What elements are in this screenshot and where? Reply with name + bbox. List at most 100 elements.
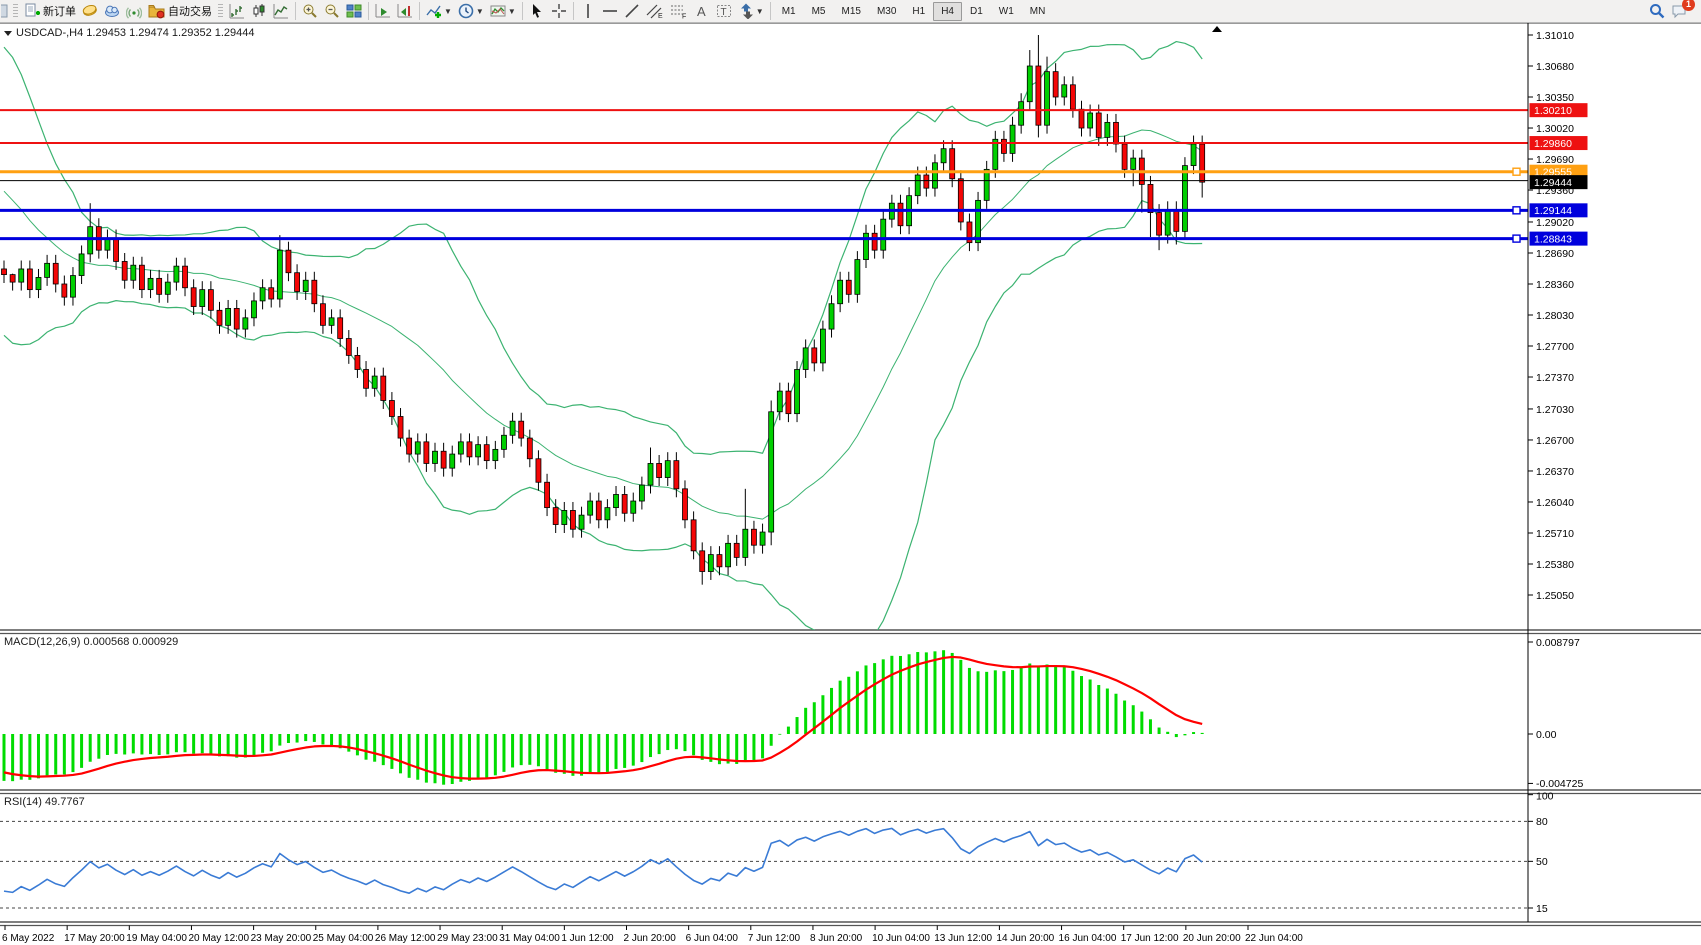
candlestick-chart-button[interactable]	[248, 1, 270, 21]
line-chart-icon	[273, 3, 289, 19]
text-icon: A	[694, 3, 710, 19]
svg-text:1.29690: 1.29690	[1536, 154, 1574, 166]
main-toolbar: 新订单 自动交易 ▼ ▼	[0, 0, 1701, 23]
line-chart-button[interactable]	[270, 1, 292, 21]
svg-text:1.31010: 1.31010	[1536, 30, 1574, 42]
autotrading-folder-icon	[148, 3, 165, 19]
new-order-label: 新订单	[43, 3, 76, 19]
clock-icon	[458, 3, 474, 19]
svg-text:1.30350: 1.30350	[1536, 92, 1574, 104]
timeframe-W1[interactable]: W1	[991, 2, 1022, 21]
chart-canvas[interactable]: 1.310101.306801.303501.300201.296901.293…	[0, 23, 1701, 945]
svg-text:0.008797: 0.008797	[1536, 637, 1580, 649]
svg-text:1.28843: 1.28843	[1534, 233, 1572, 245]
arrows-button[interactable]: ▼	[735, 1, 767, 21]
timeframe-M1[interactable]: M1	[774, 2, 804, 21]
svg-text:80: 80	[1536, 816, 1548, 828]
search-icon	[1649, 3, 1665, 19]
toolbar-grip[interactable]	[218, 4, 223, 19]
svg-text:1 Jun 12:00: 1 Jun 12:00	[561, 933, 614, 944]
svg-text:1.29144: 1.29144	[1534, 205, 1572, 217]
svg-text:1.27370: 1.27370	[1536, 372, 1574, 384]
signal-button[interactable]	[123, 1, 145, 21]
bar-chart-button[interactable]	[226, 1, 248, 21]
toolbar-grip[interactable]	[13, 4, 18, 19]
text-label-button[interactable]: T	[713, 1, 735, 21]
cursor-icon	[529, 3, 545, 19]
rsi-panel	[0, 821, 1528, 908]
svg-text:1.29860: 1.29860	[1534, 138, 1572, 150]
svg-text:15: 15	[1536, 903, 1548, 915]
svg-text:A: A	[697, 4, 706, 19]
clipped-icon[interactable]	[0, 1, 10, 21]
fibonacci-button[interactable]: F	[667, 1, 691, 21]
chart-shift-marker	[1212, 26, 1222, 32]
indicators-button[interactable]: ▼	[423, 1, 455, 21]
coin-icon	[82, 3, 98, 19]
svg-text:20 Jun 20:00: 20 Jun 20:00	[1183, 933, 1241, 944]
horizontal-line-button[interactable]	[599, 1, 621, 21]
search-button[interactable]	[1646, 1, 1668, 21]
timeframe-MN[interactable]: MN	[1022, 2, 1054, 21]
svg-text:10 Jun 04:00: 10 Jun 04:00	[872, 933, 930, 944]
tile-windows-button[interactable]	[343, 1, 365, 21]
chart-window[interactable]: 1.310101.306801.303501.300201.296901.293…	[0, 23, 1701, 945]
zoom-in-button[interactable]	[299, 1, 321, 21]
dropdown-caret-icon: ▼	[756, 7, 764, 16]
chart-shift-button[interactable]	[394, 1, 416, 21]
trendline-button[interactable]	[621, 1, 643, 21]
timeframe-M15[interactable]: M15	[834, 2, 869, 21]
tile-windows-icon	[346, 3, 362, 19]
coin-button[interactable]	[79, 1, 101, 21]
templates-button[interactable]: ▼	[487, 1, 519, 21]
notifications-button[interactable]: 1	[1668, 1, 1691, 21]
zoom-out-button[interactable]	[321, 1, 343, 21]
svg-text:17 May 20:00: 17 May 20:00	[64, 933, 125, 944]
periods-button[interactable]: ▼	[455, 1, 487, 21]
equidistant-channel-button[interactable]: E	[643, 1, 667, 21]
svg-text:1.25710: 1.25710	[1536, 528, 1574, 540]
signal-icon	[126, 3, 142, 19]
svg-text:1.27700: 1.27700	[1536, 341, 1574, 353]
horizontal-level-lines	[0, 110, 1528, 242]
vertical-line-icon	[580, 3, 596, 19]
macd-panel	[3, 650, 1204, 784]
svg-text:19 May 04:00: 19 May 04:00	[126, 933, 187, 944]
timeframe-H4[interactable]: H4	[933, 2, 962, 21]
cloud-button[interactable]	[101, 1, 123, 21]
svg-text:E: E	[658, 13, 663, 19]
svg-text:1.30210: 1.30210	[1534, 105, 1572, 117]
svg-text:1.26370: 1.26370	[1536, 466, 1574, 478]
new-order-button[interactable]: 新订单	[21, 1, 79, 21]
svg-text:1.28690: 1.28690	[1536, 248, 1574, 260]
svg-text:1.28360: 1.28360	[1536, 279, 1574, 291]
svg-text:100: 100	[1536, 791, 1554, 803]
text-button[interactable]: A	[691, 1, 713, 21]
svg-text:1.26040: 1.26040	[1536, 497, 1574, 509]
dropdown-caret-icon: ▼	[508, 7, 516, 16]
timeframe-D1[interactable]: D1	[962, 2, 991, 21]
svg-text:26 May 12:00: 26 May 12:00	[375, 933, 436, 944]
zoom-out-icon	[324, 3, 340, 19]
timeframe-M30[interactable]: M30	[869, 2, 904, 21]
svg-text:14 Jun 20:00: 14 Jun 20:00	[996, 933, 1054, 944]
svg-text:50: 50	[1536, 856, 1548, 868]
timeframe-M5[interactable]: M5	[804, 2, 834, 21]
svg-text:1.30680: 1.30680	[1536, 61, 1574, 73]
timeframe-H1[interactable]: H1	[904, 2, 933, 21]
chart-shift-icon	[397, 3, 413, 19]
arrows-icon	[738, 3, 754, 19]
cursor-button[interactable]	[526, 1, 548, 21]
zoom-in-icon	[302, 3, 318, 19]
auto-scroll-button[interactable]	[372, 1, 394, 21]
dropdown-caret-icon: ▼	[476, 7, 484, 16]
svg-text:1.27030: 1.27030	[1536, 404, 1574, 416]
template-chart-icon	[490, 3, 506, 19]
add-indicator-icon	[426, 3, 442, 19]
svg-text:1.29020: 1.29020	[1536, 217, 1574, 229]
vertical-line-button[interactable]	[577, 1, 599, 21]
crosshair-button[interactable]	[548, 1, 570, 21]
text-label-icon: T	[716, 3, 732, 19]
equidistant-channel-icon: E	[646, 3, 664, 19]
autotrading-button[interactable]: 自动交易	[145, 1, 215, 21]
